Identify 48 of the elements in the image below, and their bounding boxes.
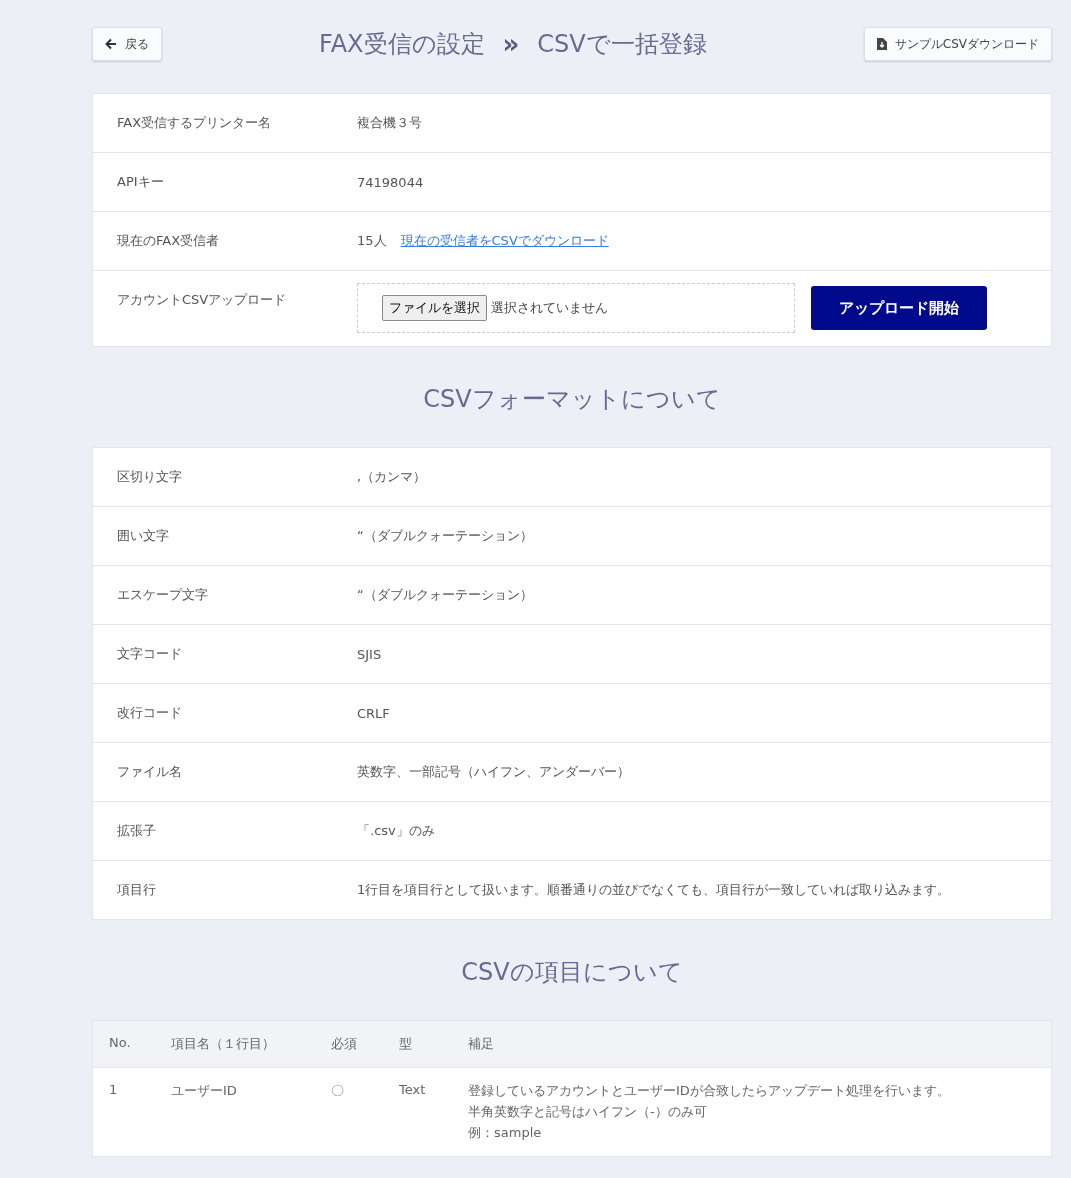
column-header: 型: [399, 1035, 413, 1053]
format-value: 英数字、一部記号（ハイフン、アンダーバー）: [357, 763, 630, 781]
format-label: 文字コード: [116, 645, 183, 663]
format-value: SJIS: [357, 646, 382, 662]
format-label: 項目行: [116, 881, 157, 899]
file-download-icon: [876, 38, 887, 50]
table-cell-text: 例：sample: [468, 1124, 543, 1142]
setting-label: 現在のFAX受信者: [116, 232, 221, 250]
column-header: 必須: [331, 1035, 358, 1053]
format-value: 「.csv」のみ: [357, 822, 435, 840]
format-label: 改行コード: [116, 704, 183, 722]
setting-value: 74198044: [357, 174, 424, 190]
download-link[interactable]: 現在の受信者をCSVでダウンロード: [400, 232, 609, 250]
choose-file-button[interactable]: ファイルを選択: [382, 295, 487, 321]
format-value: ,（カンマ）: [357, 468, 427, 486]
section-heading: CSVの項目について: [460, 957, 684, 988]
table-cell: 登録しているアカウントとユーザーIDが合致したらアップデート処理を行います。: [468, 1082, 950, 1100]
section-heading: CSVフォーマットについて: [422, 384, 722, 415]
separator-icon: »: [502, 29, 520, 59]
file-status: 選択されていません: [491, 299, 608, 317]
setting-label: アカウントCSVアップロード: [116, 291, 288, 309]
setting-value: 15人: [357, 232, 387, 250]
format-value: CRLF: [357, 705, 390, 721]
upload-button[interactable]: アップロード開始: [811, 286, 987, 330]
table-cell-text: ユーザーID: [171, 1082, 238, 1100]
table-cell-text: Text: [399, 1082, 427, 1097]
sample-download-button[interactable]: サンプルCSVダウンロード: [863, 27, 1052, 61]
format-value: 1行目を項目行として扱います。順番通りの並びでなくても、項目行が一致していれば取り込みます。: [357, 881, 951, 899]
format-value: “（ダブルクォーテーション）: [357, 586, 533, 604]
table-cell-text: 半角英数字と記号はハイフン（-）のみ可: [468, 1103, 708, 1121]
page-title: FAX受信の設定: [319, 29, 485, 60]
column-header: No.: [109, 1035, 132, 1050]
table-cell-text: 1: [109, 1082, 119, 1097]
setting-value: 複合機３号: [357, 114, 422, 132]
format-label: 囲い文字: [116, 527, 170, 545]
column-header: 項目名（１行目）: [171, 1035, 276, 1053]
setting-label: APIキー: [116, 173, 165, 191]
format-label: 拡張子: [116, 822, 157, 840]
page-subtitle: CSVで一括登録: [537, 29, 707, 60]
format-label: エスケープ文字: [116, 586, 209, 604]
format-value: “（ダブルクォーテーション）: [357, 527, 533, 545]
format-label: 区切り文字: [116, 468, 183, 486]
format-label: ファイル名: [116, 763, 183, 781]
arrow-left-icon: [105, 38, 117, 50]
setting-label: FAX受信するプリンター名: [116, 114, 273, 132]
back-button[interactable]: 戻る: [92, 27, 162, 61]
table-cell-text: 〇: [331, 1082, 345, 1100]
column-header: 補足: [468, 1035, 494, 1053]
